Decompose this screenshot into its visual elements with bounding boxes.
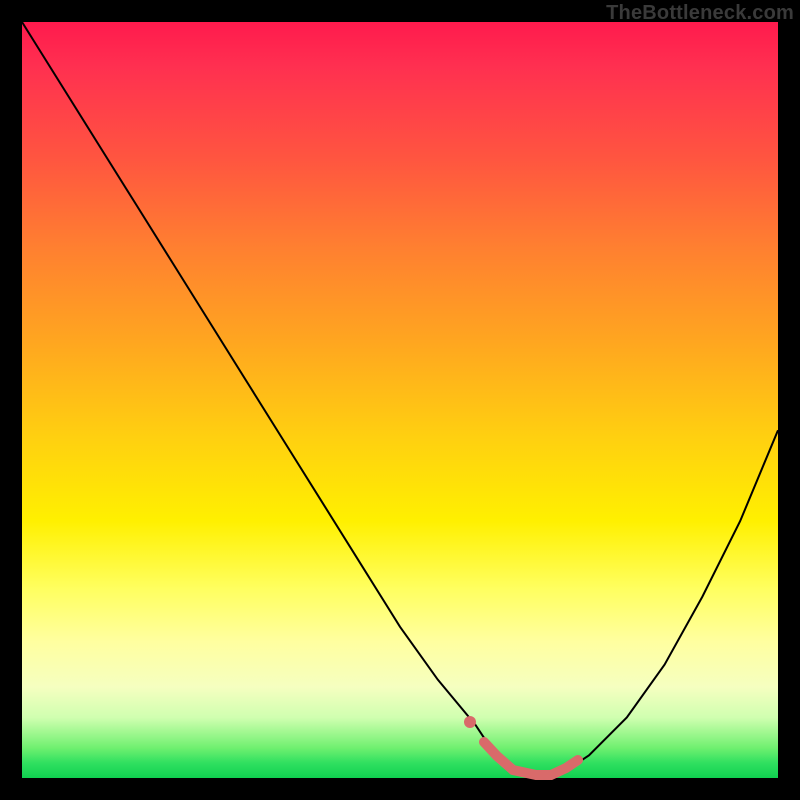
watermark-text: TheBottleneck.com bbox=[606, 2, 794, 25]
curve-path bbox=[22, 22, 778, 778]
highlight-segment bbox=[484, 742, 578, 775]
chart-area bbox=[22, 22, 778, 778]
bottleneck-curve bbox=[22, 22, 778, 778]
highlight-start-dot bbox=[464, 716, 476, 728]
